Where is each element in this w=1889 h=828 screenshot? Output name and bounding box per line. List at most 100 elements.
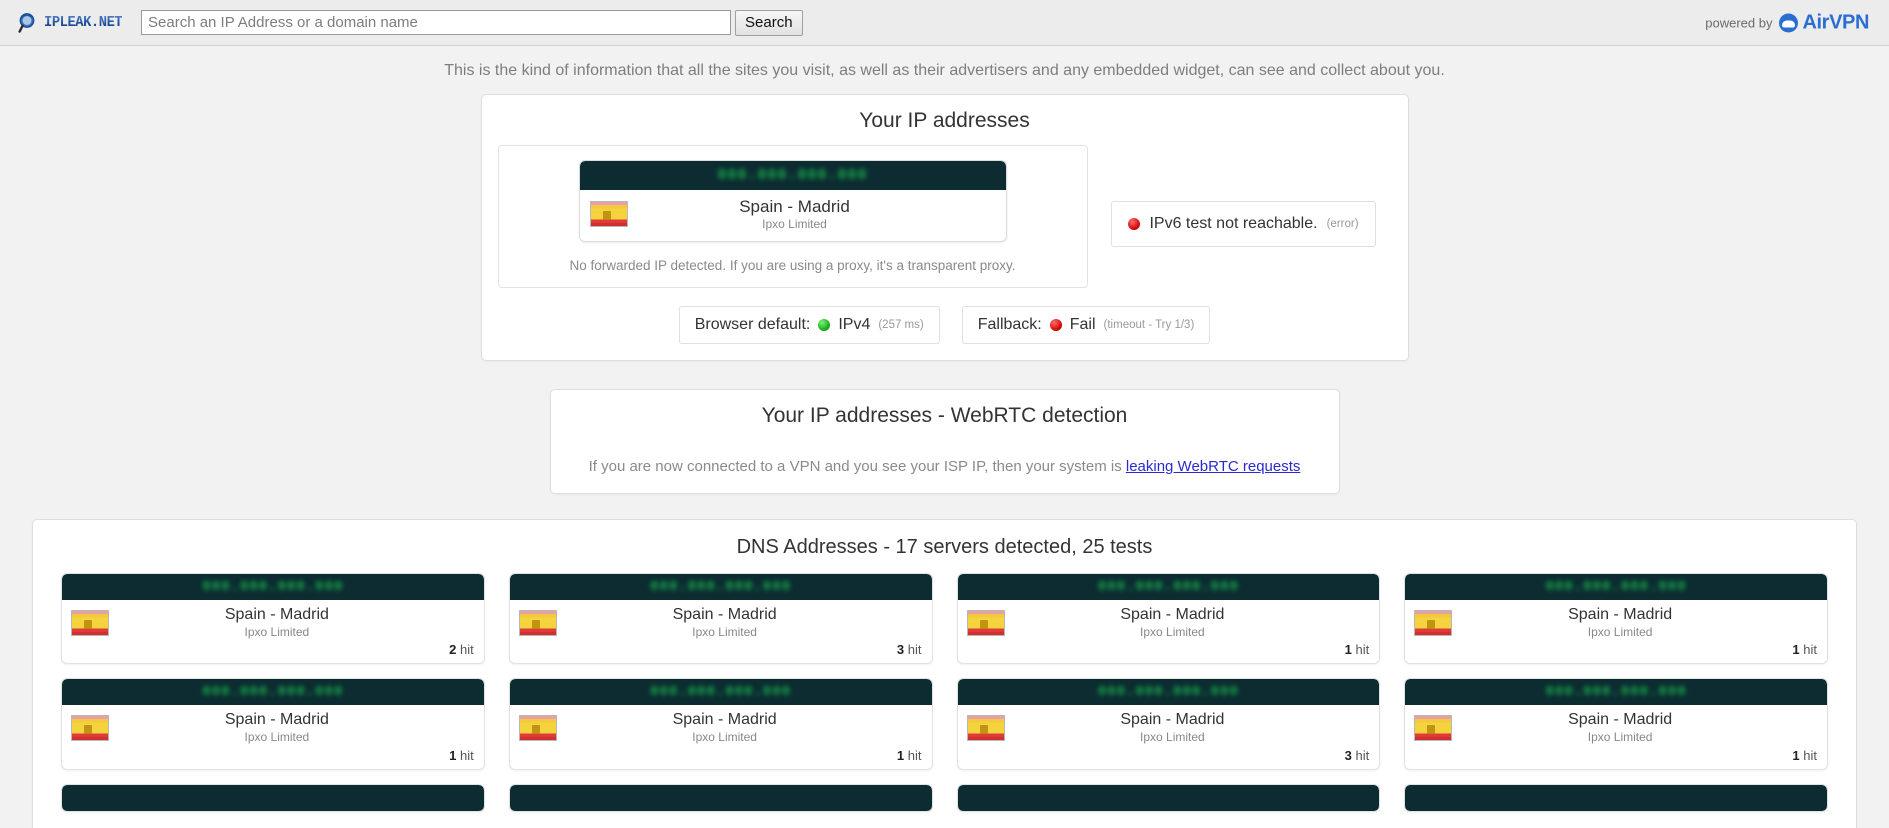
fallback-label: Fallback: xyxy=(977,315,1042,333)
primary-ip-location-block: Spain - Madrid Ipxo Limited xyxy=(628,196,996,233)
dns-isp: Ipxo Limited xyxy=(244,624,310,639)
primary-ip-isp: Ipxo Limited xyxy=(762,217,827,232)
browser-default-latency: (257 ms) xyxy=(878,318,924,331)
dns-server-card[interactable]: 000.000.000.000 Spain - Madrid Ipxo Limi… xyxy=(1404,572,1828,665)
dns-server-card[interactable] xyxy=(61,784,485,813)
dns-ip-value: 000.000.000.000 xyxy=(650,684,792,701)
spain-flag-icon xyxy=(1414,715,1453,742)
magnifying-glass-icon xyxy=(18,12,40,34)
search-input[interactable] xyxy=(141,10,732,35)
dns-location: Spain - Madrid xyxy=(1120,605,1225,623)
primary-ip-display: 000.000.000.000 xyxy=(579,161,1006,190)
dns-server-card[interactable]: 000.000.000.000 Spain - Madrid Ipxo Limi… xyxy=(508,678,933,771)
dns-ip-display: 000.000.000.000 xyxy=(509,679,932,706)
dns-server-card[interactable]: 000.000.000.000 Spain - Madrid Ipxo Limi… xyxy=(956,572,1381,665)
spain-flag-icon xyxy=(589,201,628,228)
dns-location-block: Spain - Madrid Ipxo Limited xyxy=(1005,605,1371,641)
dns-ip-display: 000.000.000.000 xyxy=(509,573,932,600)
dns-location: Spain - Madrid xyxy=(224,605,329,623)
dns-location-block: Spain - Madrid Ipxo Limited xyxy=(557,605,923,641)
dns-server-card[interactable] xyxy=(508,784,933,813)
dns-hit-number: 1 xyxy=(896,748,905,764)
dns-location: Spain - Madrid xyxy=(672,605,777,623)
dns-hit-number: 1 xyxy=(1344,642,1352,658)
dns-server-card[interactable] xyxy=(956,784,1381,813)
dns-hit-count: 3 hit xyxy=(510,642,932,663)
dns-card-info: Spain - Madrid Ipxo Limited xyxy=(62,600,484,643)
dns-hit-label: hit xyxy=(1355,642,1370,658)
spain-flag-icon xyxy=(518,715,557,742)
dns-addresses-panel: DNS Addresses - 17 servers detected, 25 … xyxy=(32,518,1857,828)
spain-flag-icon xyxy=(966,715,1005,742)
dns-ip-display: 000.000.000.000 xyxy=(1405,573,1827,600)
dns-location: Spain - Madrid xyxy=(1568,711,1673,729)
dns-hit-count: 1 hit xyxy=(510,748,932,769)
dns-hit-count: 1 hit xyxy=(1405,748,1827,769)
dns-hit-count: 3 hit xyxy=(958,748,1380,769)
dns-card-info: Spain - Madrid Ipxo Limited xyxy=(62,705,484,748)
browser-default-status: Browser default: IPv4 (257 ms) xyxy=(678,305,940,344)
dns-card-info: Spain - Madrid Ipxo Limited xyxy=(958,705,1380,748)
dns-ip-value: 000.000.000.000 xyxy=(202,578,344,595)
dns-location-block: Spain - Madrid Ipxo Limited xyxy=(557,710,923,746)
dns-server-card[interactable] xyxy=(1404,784,1828,813)
dns-hit-label: hit xyxy=(907,748,922,764)
dns-location: Spain - Madrid xyxy=(224,711,329,729)
dns-ip-value: 000.000.000.000 xyxy=(650,578,792,595)
dns-card-info: Spain - Madrid Ipxo Limited xyxy=(1405,705,1827,748)
top-header-bar: IPLEAK.NET Search powered by AirVPN xyxy=(0,0,1889,46)
dns-hit-number: 2 xyxy=(449,642,457,658)
dns-server-card[interactable]: 000.000.000.000 Spain - Madrid Ipxo Limi… xyxy=(508,572,933,665)
dns-isp: Ipxo Limited xyxy=(692,730,757,745)
primary-ip-value: 000.000.000.000 xyxy=(717,167,868,184)
dns-location-block: Spain - Madrid Ipxo Limited xyxy=(1452,605,1818,641)
webrtc-leak-link[interactable]: leaking WebRTC requests xyxy=(1126,458,1301,475)
dns-ip-display xyxy=(957,785,1380,812)
spain-flag-icon xyxy=(71,715,109,742)
dns-hit-label: hit xyxy=(907,642,922,658)
dns-ip-display: 000.000.000.000 xyxy=(62,573,484,600)
dns-ip-display: 000.000.000.000 xyxy=(957,679,1380,706)
dns-ip-display: 000.000.000.000 xyxy=(1405,679,1827,706)
dns-hit-count: 1 hit xyxy=(62,748,484,769)
spain-flag-icon xyxy=(71,609,109,636)
dns-card-info: Spain - Madrid Ipxo Limited xyxy=(1405,600,1827,643)
airvpn-cloud-icon xyxy=(1779,13,1799,32)
dns-ip-value: 000.000.000.000 xyxy=(1097,684,1239,701)
dns-location-block: Spain - Madrid Ipxo Limited xyxy=(109,710,475,746)
dns-ip-value: 000.000.000.000 xyxy=(1545,578,1687,595)
fallback-value: Fail xyxy=(1069,315,1096,333)
dns-server-card[interactable]: 000.000.000.000 Spain - Madrid Ipxo Limi… xyxy=(1404,678,1828,771)
site-logo[interactable]: IPLEAK.NET xyxy=(18,12,129,34)
dns-server-card[interactable]: 000.000.000.000 Spain - Madrid Ipxo Limi… xyxy=(61,572,485,665)
primary-ip-card[interactable]: 000.000.000.000 Spain - Madrid Ipxo Limi… xyxy=(578,160,1007,242)
webrtc-note: If you are now connected to a VPN and yo… xyxy=(551,440,1339,475)
search-button[interactable]: Search xyxy=(735,9,803,36)
powered-by-block: powered by AirVPN xyxy=(1705,11,1869,34)
your-ip-addresses-panel: Your IP addresses 000.000.000.000 Spain … xyxy=(480,94,1409,361)
green-status-dot-icon xyxy=(818,318,831,331)
dns-hit-count: 1 hit xyxy=(958,642,1380,663)
dns-location: Spain - Madrid xyxy=(1120,711,1225,729)
dns-location: Spain - Madrid xyxy=(672,711,777,729)
primary-ip-location: Spain - Madrid xyxy=(739,197,850,216)
dns-ip-value: 000.000.000.000 xyxy=(202,684,344,701)
dns-hit-label: hit xyxy=(460,748,474,764)
dns-hit-label: hit xyxy=(1355,748,1370,764)
dns-hit-number: 1 xyxy=(449,748,457,764)
dns-isp: Ipxo Limited xyxy=(244,730,310,745)
dns-server-card[interactable]: 000.000.000.000 Spain - Madrid Ipxo Limi… xyxy=(956,678,1381,771)
ipv6-status-sub: (error) xyxy=(1326,218,1359,230)
ip-panel-title: Your IP addresses xyxy=(859,109,1030,132)
dns-isp: Ipxo Limited xyxy=(692,624,757,639)
dns-server-card[interactable]: 000.000.000.000 Spain - Madrid Ipxo Limi… xyxy=(61,678,485,771)
connection-status-row: Browser default: IPv4 (257 ms) Fallback:… xyxy=(482,305,1408,344)
dns-card-info: Spain - Madrid Ipxo Limited xyxy=(510,705,932,748)
ipv6-status-box: IPv6 test not reachable. (error) xyxy=(1111,201,1376,247)
dns-hit-number: 3 xyxy=(896,642,905,658)
powered-by-label: powered by xyxy=(1705,15,1773,30)
airvpn-link[interactable]: AirVPN xyxy=(1779,11,1869,34)
red-status-dot-icon xyxy=(1049,318,1062,331)
dns-location-block: Spain - Madrid Ipxo Limited xyxy=(1005,710,1371,746)
ipv6-container: IPv6 test not reachable. (error) xyxy=(1088,145,1400,247)
